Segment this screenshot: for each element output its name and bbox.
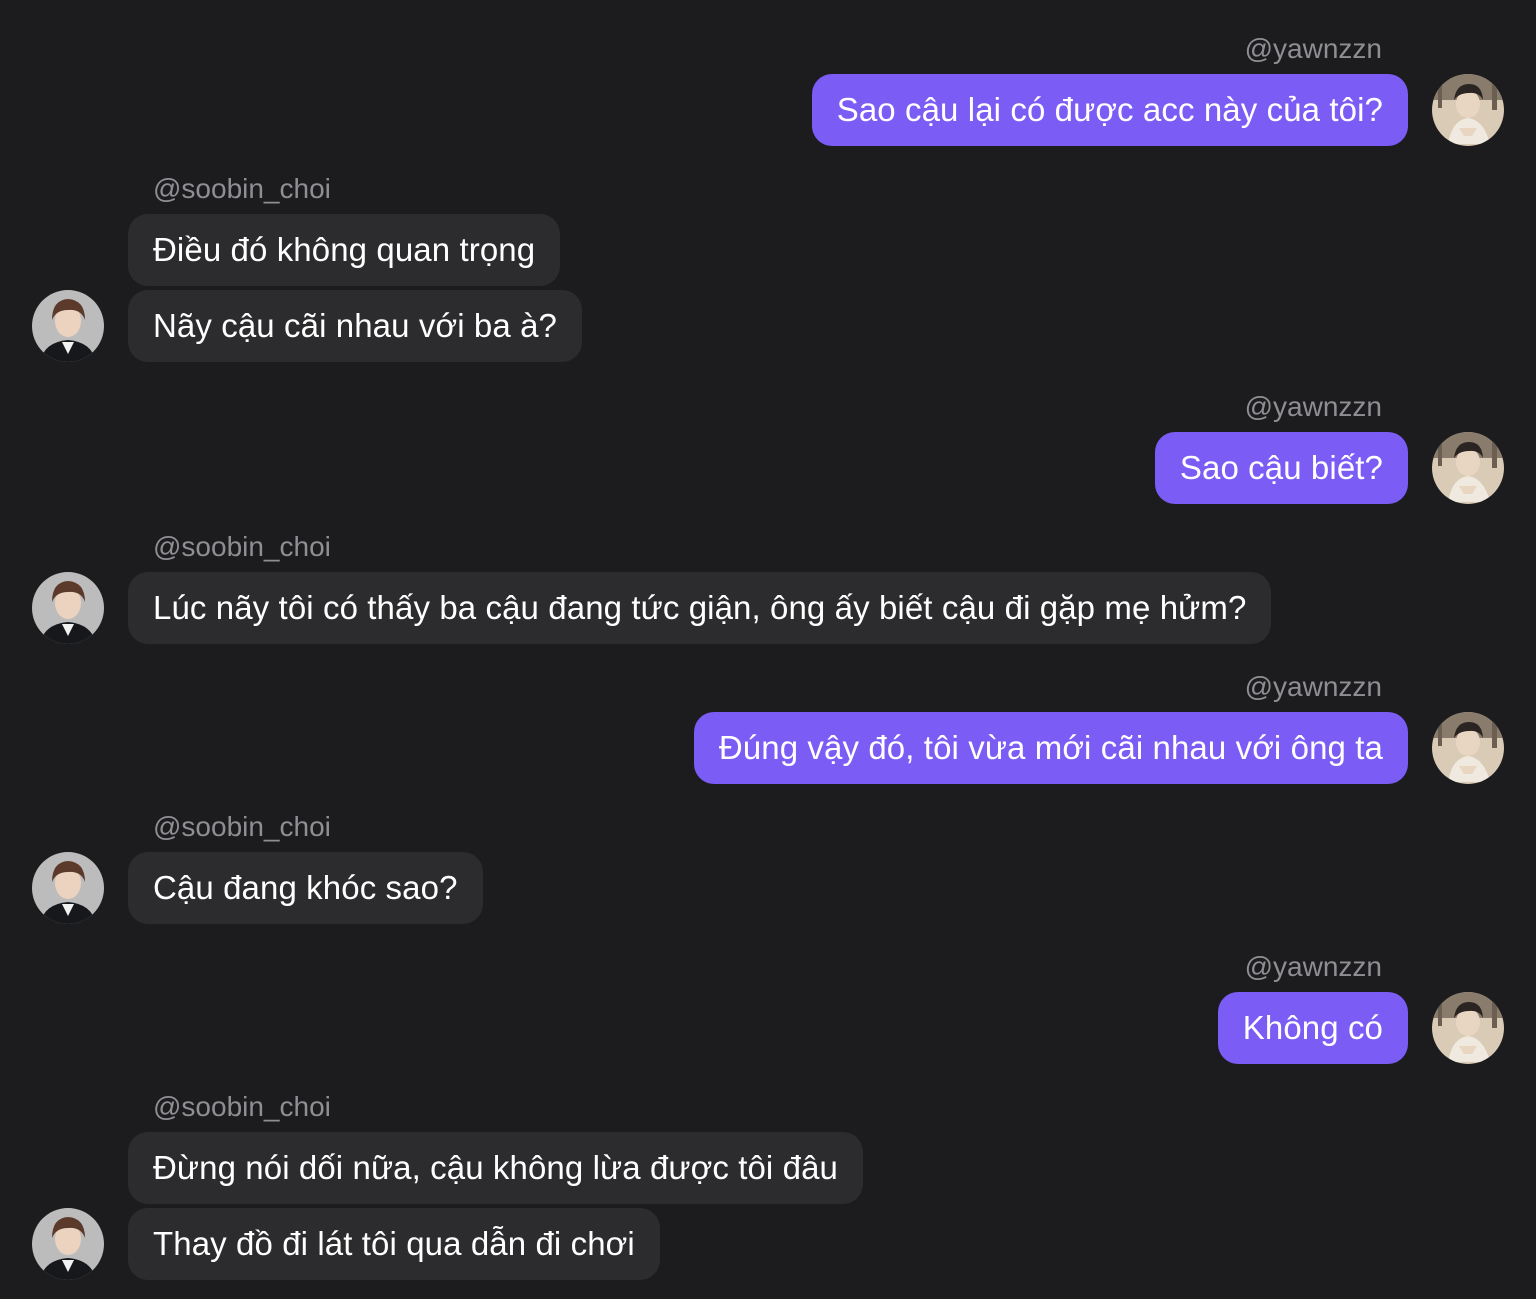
incoming-message-bubble[interactable]: Đừng nói dối nữa, cậu không lừa được tôi… — [128, 1132, 863, 1204]
username-label: @soobin_choi — [153, 1091, 331, 1122]
message-group-soobin-4: @soobin_choi Đừng nói dối nữa, cậu không… — [0, 0, 1536, 1299]
incoming-message-bubble[interactable]: Thay đồ đi lát tôi qua dẫn đi chơi — [128, 1208, 660, 1280]
soobin-avatar[interactable] — [32, 1208, 104, 1280]
